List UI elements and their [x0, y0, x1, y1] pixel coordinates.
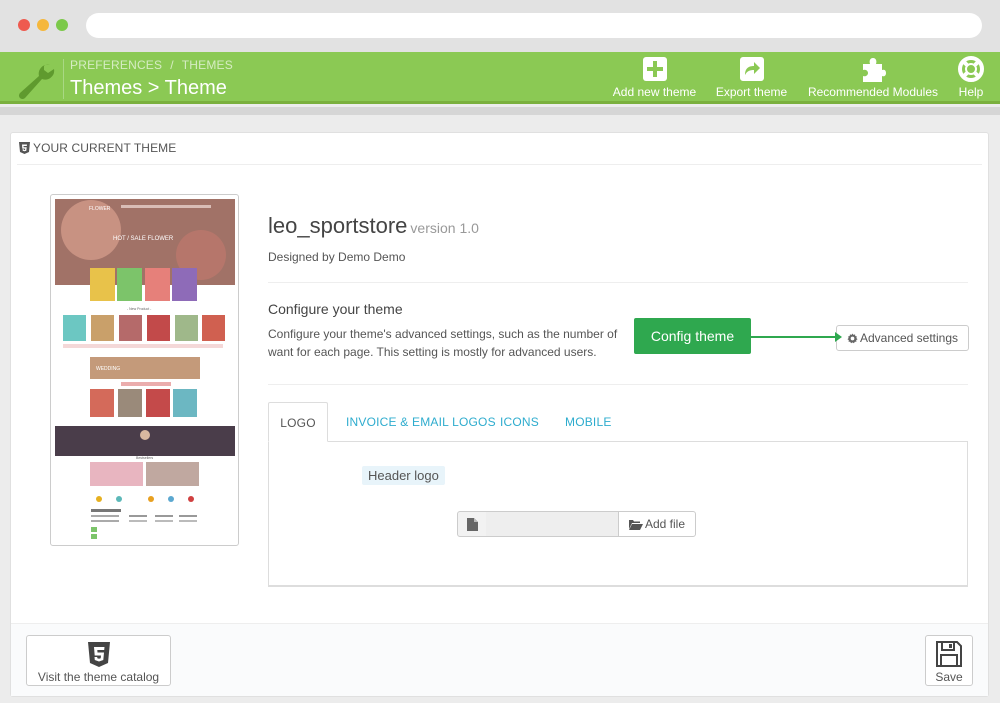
visit-theme-catalog-label: Visit the theme catalog: [37, 670, 160, 684]
add-file-button[interactable]: Add file: [618, 511, 696, 537]
maximize-window-dot[interactable]: [56, 19, 68, 31]
panel-footer: Visit the theme catalog Save: [11, 623, 988, 696]
theme-name-line: leo_sportstore version 1.0: [268, 213, 479, 239]
puzzle-icon: [863, 58, 886, 82]
panel-heading-divider: [17, 164, 982, 165]
configure-description-line-2: want for each page. This setting is most…: [268, 345, 597, 359]
preview-section-bestsellers: Bestsellers: [136, 456, 153, 460]
logo-tabs: LOGO INVOICE & EMAIL LOGOS ICONS MOBILE: [268, 402, 968, 442]
export-theme-button[interactable]: Export theme: [713, 56, 790, 102]
add-file-label: Add file: [644, 517, 686, 531]
file-icon-addon: [457, 511, 487, 537]
browser-chrome: [0, 0, 1000, 52]
tab-mobile[interactable]: MOBILE: [565, 402, 612, 442]
configure-description-line-1: Configure your theme's advanced settings…: [268, 327, 618, 341]
file-name-field[interactable]: [486, 511, 619, 537]
close-window-dot[interactable]: [18, 19, 30, 31]
header-shadow-strip: [0, 107, 1000, 115]
floppy-disk-icon: [936, 641, 962, 667]
html5-icon: [87, 642, 110, 667]
panel-heading: YOUR CURRENT THEME: [19, 141, 176, 155]
callout-arrow-line: [750, 336, 836, 338]
advanced-settings-button[interactable]: Advanced settings: [836, 325, 969, 351]
theme-preview-image: FLOWER HOT / SALE FLOWER - New Product -…: [55, 199, 235, 539]
header-logo-label: Header logo: [362, 466, 445, 485]
breadcrumb-separator: /: [170, 58, 174, 72]
theme-preview-thumbnail[interactable]: FLOWER HOT / SALE FLOWER - New Product -…: [50, 194, 239, 546]
theme-author: Designed by Demo Demo: [268, 250, 406, 264]
configure-title: Configure your theme: [268, 301, 403, 317]
help-label: Help: [958, 85, 984, 99]
page-title: Themes > Theme: [70, 77, 227, 99]
save-label: Save: [935, 670, 963, 684]
logo-tab-content: Header logo Add file: [268, 441, 968, 587]
gear-icon: [847, 333, 858, 344]
lifebuoy-icon: [958, 56, 984, 82]
export-icon: [739, 57, 764, 81]
file-upload-group: Add file: [457, 511, 696, 537]
folder-open-icon: [628, 520, 643, 530]
callout-arrow-head: [835, 332, 842, 342]
tab-logo[interactable]: LOGO: [268, 402, 328, 442]
export-theme-label: Export theme: [715, 85, 788, 99]
preview-banner-text: HOT / SALE FLOWER: [113, 236, 174, 242]
preview-section-wedding: WEDDING: [96, 366, 120, 372]
wrench-icon: [18, 64, 55, 99]
divider: [268, 384, 968, 385]
breadcrumb-preferences[interactable]: PREFERENCES: [70, 58, 162, 72]
theme-version: version 1.0: [410, 220, 479, 236]
preview-section-new: - New Product -: [127, 307, 152, 311]
html5-icon: [19, 142, 30, 154]
address-bar[interactable]: [86, 13, 982, 38]
breadcrumb-themes[interactable]: THEMES: [182, 58, 233, 72]
current-theme-panel: YOUR CURRENT THEME FLOWER HOT / SALE FLO…: [10, 132, 989, 697]
add-new-theme-button[interactable]: Add new theme: [610, 56, 699, 102]
visit-theme-catalog-button[interactable]: Visit the theme catalog: [26, 635, 171, 686]
save-button[interactable]: Save: [925, 635, 973, 686]
tab-icons[interactable]: ICONS: [500, 402, 539, 442]
recommended-modules-label: Recommended Modules: [807, 85, 939, 99]
help-button[interactable]: Help: [956, 56, 986, 102]
minimize-window-dot[interactable]: [37, 19, 49, 31]
header-divider: [63, 59, 64, 99]
admin-header: PREFERENCES / THEMES Themes > Theme Add ne…: [0, 52, 1000, 104]
plus-square-icon: [642, 57, 667, 81]
tab-invoice-email-logos[interactable]: INVOICE & EMAIL LOGOS: [346, 402, 496, 442]
preview-logo-text: FLOWER: [89, 206, 111, 212]
config-theme-callout: Config theme: [634, 318, 751, 354]
advanced-settings-label: Advanced settings: [859, 331, 959, 345]
breadcrumb: PREFERENCES / THEMES: [70, 58, 233, 72]
file-icon: [467, 518, 478, 531]
panel-heading-text: YOUR CURRENT THEME: [33, 141, 177, 155]
recommended-modules-button[interactable]: Recommended Modules: [804, 56, 942, 102]
configure-description: Configure your theme's advanced settings…: [268, 325, 638, 361]
add-new-theme-label: Add new theme: [612, 85, 697, 99]
divider: [268, 282, 968, 283]
theme-name: leo_sportstore: [268, 213, 408, 238]
